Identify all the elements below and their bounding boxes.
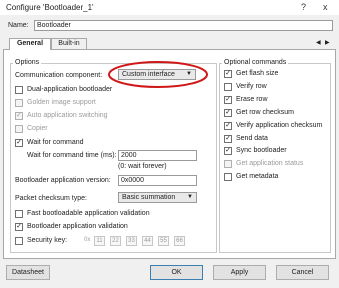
optional-command-checkbox[interactable]: ✓: [224, 109, 232, 117]
optional-command-label: Sync bootloader: [236, 147, 287, 154]
security-key-byte[interactable]: 66: [174, 236, 185, 246]
security-key-label: Security key:: [27, 237, 68, 244]
optional-command-checkbox[interactable]: ✓: [224, 135, 232, 143]
ok-button[interactable]: OK: [150, 265, 203, 280]
optional-command-label: Send data: [236, 135, 268, 142]
dual-app-label: Dual-application bootloader: [27, 86, 113, 93]
security-key-byte[interactable]: 55: [158, 236, 169, 246]
checksum-label: Packet checksum type:: [15, 195, 87, 202]
optional-command-checkbox[interactable]: ✓: [224, 96, 232, 104]
optional-command-checkbox[interactable]: [224, 173, 232, 181]
security-key-byte[interactable]: 22: [110, 236, 121, 246]
security-key-byte[interactable]: 33: [126, 236, 137, 246]
optional-command-label: Get application status: [236, 160, 304, 167]
golden-image-label: Golden image support: [27, 99, 96, 106]
window-title: Configure 'Bootloader_1': [6, 3, 94, 12]
optional-command-checkbox[interactable]: ✓: [224, 70, 232, 78]
name-field[interactable]: Bootloader: [34, 20, 333, 31]
app-validation-label: Bootloader application validation: [27, 223, 128, 230]
copier-checkbox[interactable]: [15, 125, 23, 133]
communication-label: Communication component:: [15, 72, 103, 79]
name-label: Name:: [8, 22, 29, 29]
annotation-circle: [108, 61, 208, 88]
optional-commands-title: Optional commands: [222, 59, 289, 66]
cancel-button[interactable]: Cancel: [276, 265, 329, 280]
optional-commands-group: [219, 63, 331, 253]
optional-command-label: Verify application checksum: [236, 122, 323, 129]
copier-label: Copier: [27, 125, 48, 132]
app-version-label: Bootloader application version:: [15, 177, 111, 184]
optional-command-checkbox[interactable]: ✓: [224, 147, 232, 155]
wait-time-hint: (0: wait forever): [118, 163, 167, 170]
optional-command-checkbox[interactable]: [224, 83, 232, 91]
optional-command-label: Get metadata: [236, 173, 279, 180]
app-validation-checkbox[interactable]: ✓: [15, 223, 23, 231]
apply-button[interactable]: Apply: [213, 265, 266, 280]
dual-app-checkbox[interactable]: [15, 86, 23, 94]
tab-built-in[interactable]: Built-in: [51, 38, 87, 49]
tab-scroll-right-icon[interactable]: ▶: [325, 39, 330, 46]
optional-command-label: Erase row: [236, 96, 268, 103]
fast-validation-label: Fast bootloadable application validation: [27, 210, 150, 217]
wait-for-command-label: Wait for command: [27, 139, 84, 146]
auto-switching-checkbox[interactable]: ✓: [15, 112, 23, 120]
fast-validation-checkbox[interactable]: [15, 210, 23, 218]
options-group-title: Options: [13, 59, 42, 66]
security-key-prefix: 0x: [84, 237, 91, 243]
security-key-checkbox[interactable]: [15, 237, 23, 245]
close-icon[interactable]: x: [323, 2, 328, 12]
app-version-field[interactable]: 0x0000: [118, 175, 197, 186]
help-icon[interactable]: ?: [301, 2, 306, 12]
optional-command-checkbox[interactable]: ✓: [224, 122, 232, 130]
tab-scroll-left-icon[interactable]: ◀: [316, 39, 321, 46]
security-key-byte[interactable]: 11: [94, 236, 105, 246]
wait-for-command-checkbox[interactable]: ✓: [15, 139, 23, 147]
wait-time-field[interactable]: 2000: [118, 150, 197, 161]
datasheet-button[interactable]: Datasheet: [6, 265, 50, 280]
checksum-select[interactable]: Basic summation ▼: [118, 192, 197, 203]
chevron-down-icon: ▼: [187, 194, 193, 200]
auto-switching-label: Auto application switching: [27, 112, 108, 119]
security-key-byte[interactable]: 44: [142, 236, 153, 246]
wait-time-label: Wait for command time (ms):: [27, 152, 117, 159]
optional-command-checkbox[interactable]: [224, 160, 232, 168]
optional-command-label: Verify row: [236, 83, 267, 90]
optional-command-label: Get flash size: [236, 70, 279, 77]
optional-command-label: Get row checksum: [236, 109, 294, 116]
checksum-select-value: Basic summation: [122, 194, 176, 201]
tab-general[interactable]: General: [9, 38, 51, 50]
golden-image-checkbox[interactable]: [15, 99, 23, 107]
